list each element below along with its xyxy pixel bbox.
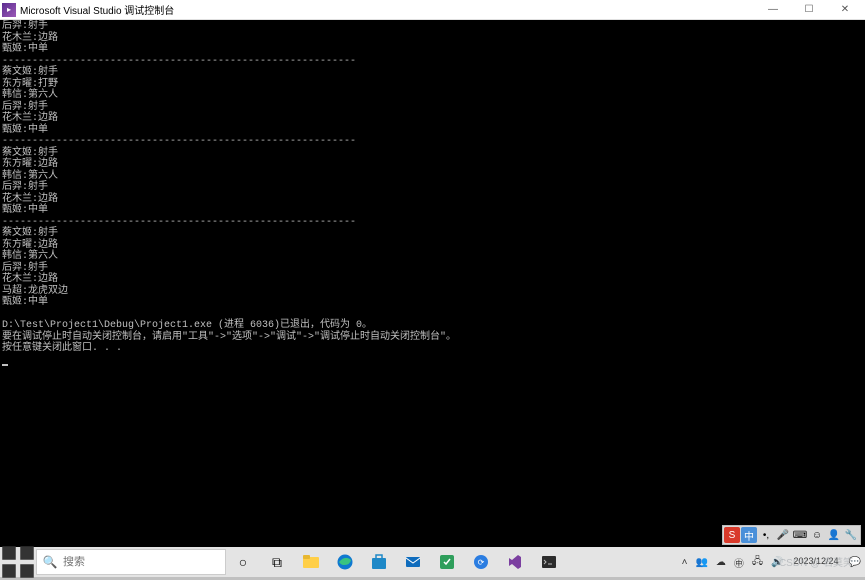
taskbar: 🔍 ○ ⧉ ⟳ ˄ 👥 ☁ ㊥ — [0, 547, 865, 577]
ime-toolbar[interactable]: S 中 •, 🎤 ⌨ ☺ 👤 🔧 — [722, 525, 861, 545]
system-tray: ˄ 👥 ☁ ㊥ 🖧 🔊 2023/12/24 💬 — [678, 547, 865, 577]
maximize-button[interactable]: ☐ — [791, 0, 827, 20]
ime-sogou-icon[interactable]: S — [724, 527, 740, 543]
window-controls: — ☐ ✕ — [755, 0, 863, 20]
minimize-button[interactable]: — — [755, 0, 791, 20]
terminal-icon[interactable] — [532, 547, 566, 577]
tray-notifications-icon[interactable]: 💬 — [845, 547, 865, 577]
taskbar-spacer — [566, 547, 678, 577]
tray-network-icon[interactable]: 🖧 — [748, 547, 767, 577]
app-blue-icon[interactable]: ⟳ — [464, 547, 498, 577]
app-green-icon[interactable] — [430, 547, 464, 577]
search-icon: 🔍 — [37, 555, 63, 569]
tray-people-icon[interactable]: 👥 — [691, 547, 711, 577]
ime-keyboard-icon[interactable]: ⌨ — [792, 527, 808, 543]
tray-ime-icon[interactable]: ㊥ — [730, 547, 748, 577]
titlebar[interactable]: ▸ Microsoft Visual Studio 调试控制台 — ☐ ✕ — [0, 0, 865, 20]
ime-user-icon[interactable]: 👤 — [826, 527, 842, 543]
ime-punct-icon[interactable]: •, — [758, 527, 774, 543]
ime-mic-icon[interactable]: 🎤 — [775, 527, 791, 543]
search-input[interactable] — [63, 556, 225, 568]
ime-tool-icon[interactable]: 🔧 — [843, 527, 859, 543]
tray-onedrive-icon[interactable]: ☁ — [712, 547, 730, 577]
tray-datetime[interactable]: 2023/12/24 — [788, 547, 845, 577]
store-icon[interactable] — [362, 547, 396, 577]
vs-purple-icon[interactable] — [498, 547, 532, 577]
window-title: Microsoft Visual Studio 调试控制台 — [20, 2, 755, 17]
windows-icon — [0, 544, 36, 580]
tray-date: 2023/12/24 — [794, 557, 839, 566]
search-box[interactable]: 🔍 — [36, 549, 226, 575]
tray-chevron-up-icon[interactable]: ˄ — [678, 547, 692, 577]
close-button[interactable]: ✕ — [827, 0, 863, 20]
console-output[interactable]: 后羿:射手 花木兰:边路 甄姬:中单 ---------------------… — [0, 20, 865, 547]
mail-icon[interactable] — [396, 547, 430, 577]
start-button[interactable] — [0, 547, 36, 577]
edge-icon[interactable] — [328, 547, 362, 577]
task-view-icon[interactable]: ⧉ — [260, 547, 294, 577]
task-icons: ○ ⧉ ⟳ — [226, 547, 566, 577]
vs-icon: ▸ — [2, 3, 16, 17]
ime-chinese-icon[interactable]: 中 — [741, 527, 757, 543]
svg-text:⟳: ⟳ — [478, 558, 485, 567]
cortana-icon[interactable]: ○ — [226, 547, 260, 577]
explorer-icon[interactable] — [294, 547, 328, 577]
tray-volume-icon[interactable]: 🔊 — [767, 547, 787, 577]
ime-emoji-icon[interactable]: ☺ — [809, 527, 825, 543]
console-window: ▸ Microsoft Visual Studio 调试控制台 — ☐ ✕ 后羿… — [0, 0, 865, 547]
